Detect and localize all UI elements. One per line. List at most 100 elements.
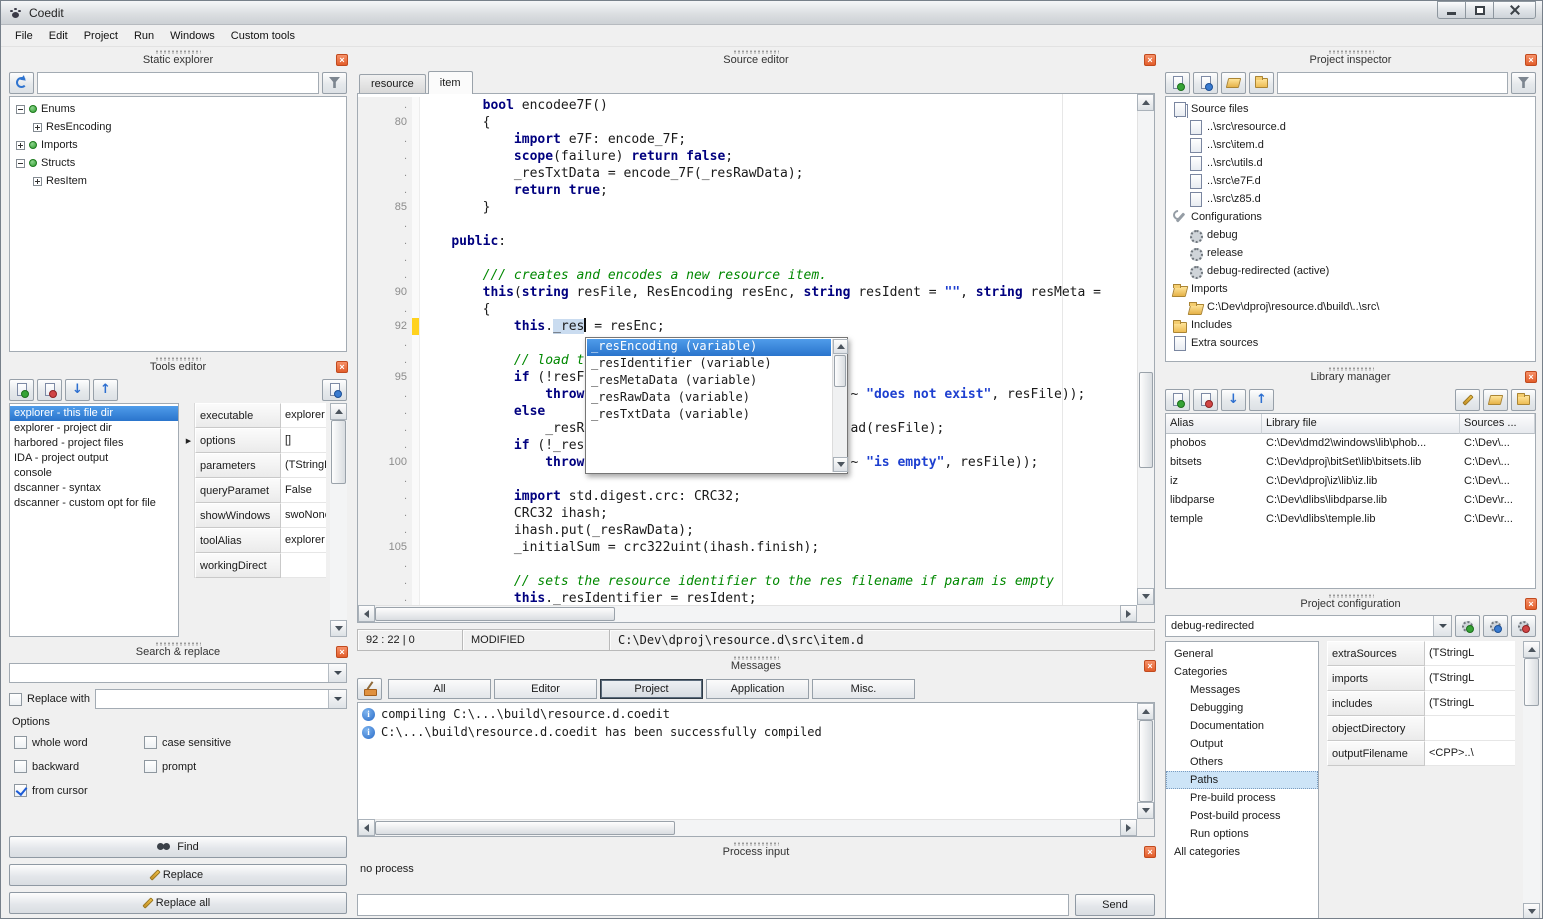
category-output[interactable]: Output [1166, 735, 1318, 753]
filter-button-misc[interactable]: Misc. [812, 679, 915, 699]
completion-item[interactable]: _resTxtData (variable) [587, 407, 831, 424]
property-value[interactable]: (TStringL [1425, 641, 1515, 666]
checkbox-prompt[interactable]: prompt [144, 760, 342, 773]
checkbox-whole-word[interactable]: whole word [14, 736, 136, 749]
filter-button-application[interactable]: Application [706, 679, 809, 699]
messages-vertical-scrollbar[interactable] [1137, 703, 1154, 819]
remove-tool-button[interactable] [37, 379, 62, 401]
scroll-right-button[interactable] [1120, 819, 1137, 836]
replace-all-button[interactable]: Replace all [9, 892, 347, 914]
tool-list-item[interactable]: dscanner - custom opt for file [10, 496, 178, 511]
tree-item-src-utils-d[interactable]: ..\src\utils.d [1166, 154, 1535, 172]
panel-close-button[interactable] [336, 54, 348, 66]
scroll-up-button[interactable] [330, 403, 347, 420]
completion-item[interactable]: _resMetaData (variable) [587, 373, 831, 390]
add-library-folder-button[interactable] [1511, 389, 1536, 411]
tree-item-structs[interactable]: Structs [10, 154, 346, 172]
table-row[interactable]: izC:\Dev\dproj\iz\lib\iz.libC:\Dev\... [1166, 472, 1535, 491]
table-row[interactable]: bitsetsC:\Dev\dproj\bitSet\lib\bitsets.l… [1166, 453, 1535, 472]
scroll-down-button[interactable] [1137, 588, 1154, 605]
edit-library-button[interactable] [1455, 389, 1480, 411]
category-categories[interactable]: Categories [1166, 663, 1318, 681]
scroll-up-button[interactable] [1523, 641, 1540, 658]
panel-close-button[interactable] [336, 646, 348, 658]
open-library-file-button[interactable] [1483, 389, 1508, 411]
expand-icon[interactable] [16, 141, 25, 150]
filter-symbols-button[interactable] [322, 72, 347, 94]
menu-item-run[interactable]: Run [126, 27, 162, 45]
tree-item-src-item-d[interactable]: ..\src\item.d [1166, 136, 1535, 154]
maximize-button[interactable] [1465, 1, 1494, 19]
scroll-up-button[interactable] [1137, 94, 1154, 111]
message-item[interactable]: C:\...\build\resource.d.coedit has been … [358, 723, 1137, 741]
dropdown-button[interactable] [328, 664, 346, 682]
close-button[interactable] [1493, 1, 1536, 19]
scrollbar-thumb[interactable] [375, 607, 615, 621]
replace-button[interactable]: Replace [9, 864, 347, 886]
tree-item-src-e7f-d[interactable]: ..\src\e7F.d [1166, 172, 1535, 190]
category-pre-build-process[interactable]: Pre-build process [1166, 789, 1318, 807]
category-others[interactable]: Others [1166, 753, 1318, 771]
replace-with-combo[interactable] [95, 689, 347, 709]
filter-button-project[interactable]: Project [600, 679, 703, 699]
property-value[interactable] [281, 553, 326, 578]
tool-list-item[interactable]: explorer - project dir [10, 421, 178, 436]
remove-configuration-button[interactable] [1511, 615, 1536, 637]
expand-icon[interactable] [33, 177, 42, 186]
scrollbar-thumb[interactable] [331, 420, 346, 484]
category-run-options[interactable]: Run options [1166, 825, 1318, 843]
scrollbar-thumb[interactable] [1139, 372, 1153, 468]
move-library-up-button[interactable] [1249, 389, 1274, 411]
scroll-down-button[interactable] [1523, 903, 1540, 919]
execute-tool-button[interactable] [322, 379, 347, 401]
dropdown-button[interactable] [1433, 616, 1451, 636]
editor-tab-resource[interactable]: resource [359, 74, 426, 93]
property-value[interactable]: (TStringL [1425, 691, 1515, 716]
scroll-left-button[interactable] [358, 819, 375, 836]
category-all-categories[interactable]: All categories [1166, 843, 1318, 861]
scroll-up-button[interactable] [1137, 703, 1154, 720]
panel-close-button[interactable] [1525, 371, 1537, 383]
tool-list-item[interactable]: dscanner - syntax [10, 481, 178, 496]
table-row[interactable]: phobosC:\Dev\dmd2\windows\lib\phob...C:\… [1166, 434, 1535, 453]
process-input-field[interactable] [357, 894, 1069, 916]
table-row[interactable]: libdparseC:\Dev\dlibs\libdparse.libC:\De… [1166, 491, 1535, 510]
checkbox-case-sensitive[interactable]: case sensitive [144, 736, 342, 749]
menu-item-windows[interactable]: Windows [162, 27, 223, 45]
replace-with-checkbox[interactable]: Replace with [9, 693, 90, 706]
symbol-search-input[interactable] [37, 72, 319, 94]
clone-configuration-button[interactable] [1483, 615, 1508, 637]
tool-list-item[interactable]: console [10, 466, 178, 481]
scroll-up-button[interactable] [833, 339, 848, 354]
tree-item-includes[interactable]: Includes [1166, 316, 1535, 334]
project-info-button[interactable] [1193, 72, 1218, 94]
filter-button-all[interactable]: All [388, 679, 491, 699]
tree-item-configurations[interactable]: Configurations [1166, 208, 1535, 226]
tree-item-source-files[interactable]: Source files [1166, 100, 1535, 118]
property-value[interactable]: [] [281, 428, 326, 453]
scroll-right-button[interactable] [1120, 605, 1137, 622]
add-tool-button[interactable] [9, 379, 34, 401]
panel-close-button[interactable] [1144, 660, 1156, 672]
completion-item[interactable]: _resIdentifier (variable) [587, 356, 831, 373]
filter-button-editor[interactable]: Editor [494, 679, 597, 699]
scroll-down-button[interactable] [833, 457, 848, 472]
category-messages[interactable]: Messages [1166, 681, 1318, 699]
menu-item-edit[interactable]: Edit [41, 27, 76, 45]
editor-vertical-scrollbar[interactable] [1137, 94, 1154, 605]
refresh-button[interactable] [9, 72, 34, 94]
property-value[interactable] [1425, 716, 1515, 741]
find-button[interactable]: Find [9, 836, 347, 858]
search-term-combo[interactable] [9, 663, 347, 683]
tree-item-src-resource-d[interactable]: ..\src\resource.d [1166, 118, 1535, 136]
scroll-left-button[interactable] [358, 605, 375, 622]
move-library-down-button[interactable] [1221, 389, 1246, 411]
table-row[interactable]: templeC:\Dev\dlibs\temple.libC:\Dev\r... [1166, 510, 1535, 529]
menu-item-project[interactable]: Project [76, 27, 126, 45]
minimize-button[interactable] [1437, 1, 1466, 19]
tree-item-resitem[interactable]: ResItem [10, 172, 346, 190]
panel-close-button[interactable] [1144, 54, 1156, 66]
configuration-scrollbar[interactable] [1523, 641, 1540, 919]
panel-close-button[interactable] [336, 361, 348, 373]
category-documentation[interactable]: Documentation [1166, 717, 1318, 735]
